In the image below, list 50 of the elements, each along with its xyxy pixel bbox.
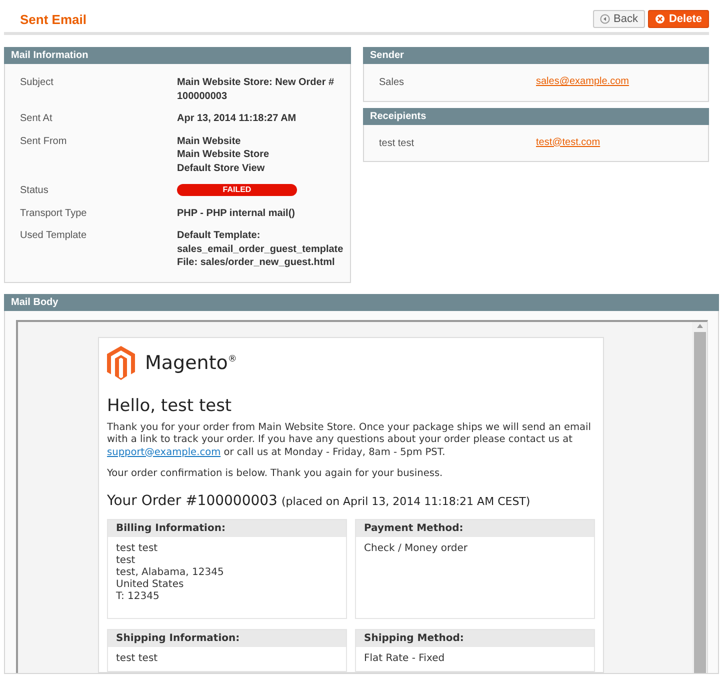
close-icon [654,14,665,24]
order-title: Your Order #100000003 [107,492,278,508]
field-value: Default Store View [177,162,266,175]
block-text: test [116,554,136,566]
block-text: test, Alabama, 12345 [116,566,225,578]
field-label: Sent From [20,134,68,148]
contact-name: test test [379,136,416,150]
field-value: PHP - PHP internal mail() [177,206,296,220]
field-label: Status [20,184,50,198]
field-value: Main Website Store: New Order # 100000003 [177,76,336,103]
support-email-link[interactable]: support@example.com [107,446,221,458]
email-link[interactable]: sales@example.com [536,76,629,87]
block-text: T: 12345 [116,590,160,602]
block-text: United States [116,578,185,590]
logo-text: Magento$^{®}$ [145,352,237,374]
delete-button[interactable]: Delete [648,10,709,28]
back-button[interactable]: Back [592,10,645,28]
field-value: Main Website Store [177,148,270,162]
field-value: Main Website [177,134,242,148]
intro-paragraph: Thank you for your order from Main Website Store. Once your package ships we will send an email with a link to track your order. If you have any questions about your order please contact us at support@example.com or call us at Monday - Friday, 8am - 5pm PST. [107,422,592,459]
block-text: test test [116,542,159,554]
field-label: Subject [20,76,54,90]
field-value: sales_email_order_guest_template [177,242,344,256]
block-title: Shipping Information: [108,630,346,646]
page-title: Sent Email [20,12,86,26]
field-label: Transport Type [20,206,88,220]
field-label: Sent At [20,112,54,126]
scrollbar[interactable] [692,322,707,672]
email-link[interactable]: test@test.com [536,136,600,148]
field-label: Used Template [20,229,88,243]
field-value: Apr 13, 2014 11:18:27 AM [177,112,298,126]
contact-name: Sales [379,76,406,90]
block-text: Check / Money order [364,542,468,554]
panel-header: Mail Information [4,47,351,64]
block-title: Billing Information: [108,520,346,536]
panel-header: Mail Body [4,294,719,310]
block-title: Payment Method: [356,520,594,536]
confirmation-text: Your order confirmation is below. Thank you again for your business. [107,468,444,480]
block-text: Flat Rate - Fixed [364,652,446,664]
logo-icon [107,346,135,380]
panel-header: Sender [363,47,709,64]
panel-header: Receipients [363,108,709,124]
field-value: File: sales/order_new_guest.html [177,256,336,270]
scroll-up-icon[interactable] [696,322,704,330]
greeting: Hello, test test [107,396,233,416]
status-badge: FAILED [177,184,297,196]
block-title: Shipping Method: [356,630,594,646]
order-date: (placed on April 13, 2014 11:18:21 AM CEST) [281,494,530,508]
block-text: test test [116,652,159,664]
field-value: Default Template: [177,229,262,242]
